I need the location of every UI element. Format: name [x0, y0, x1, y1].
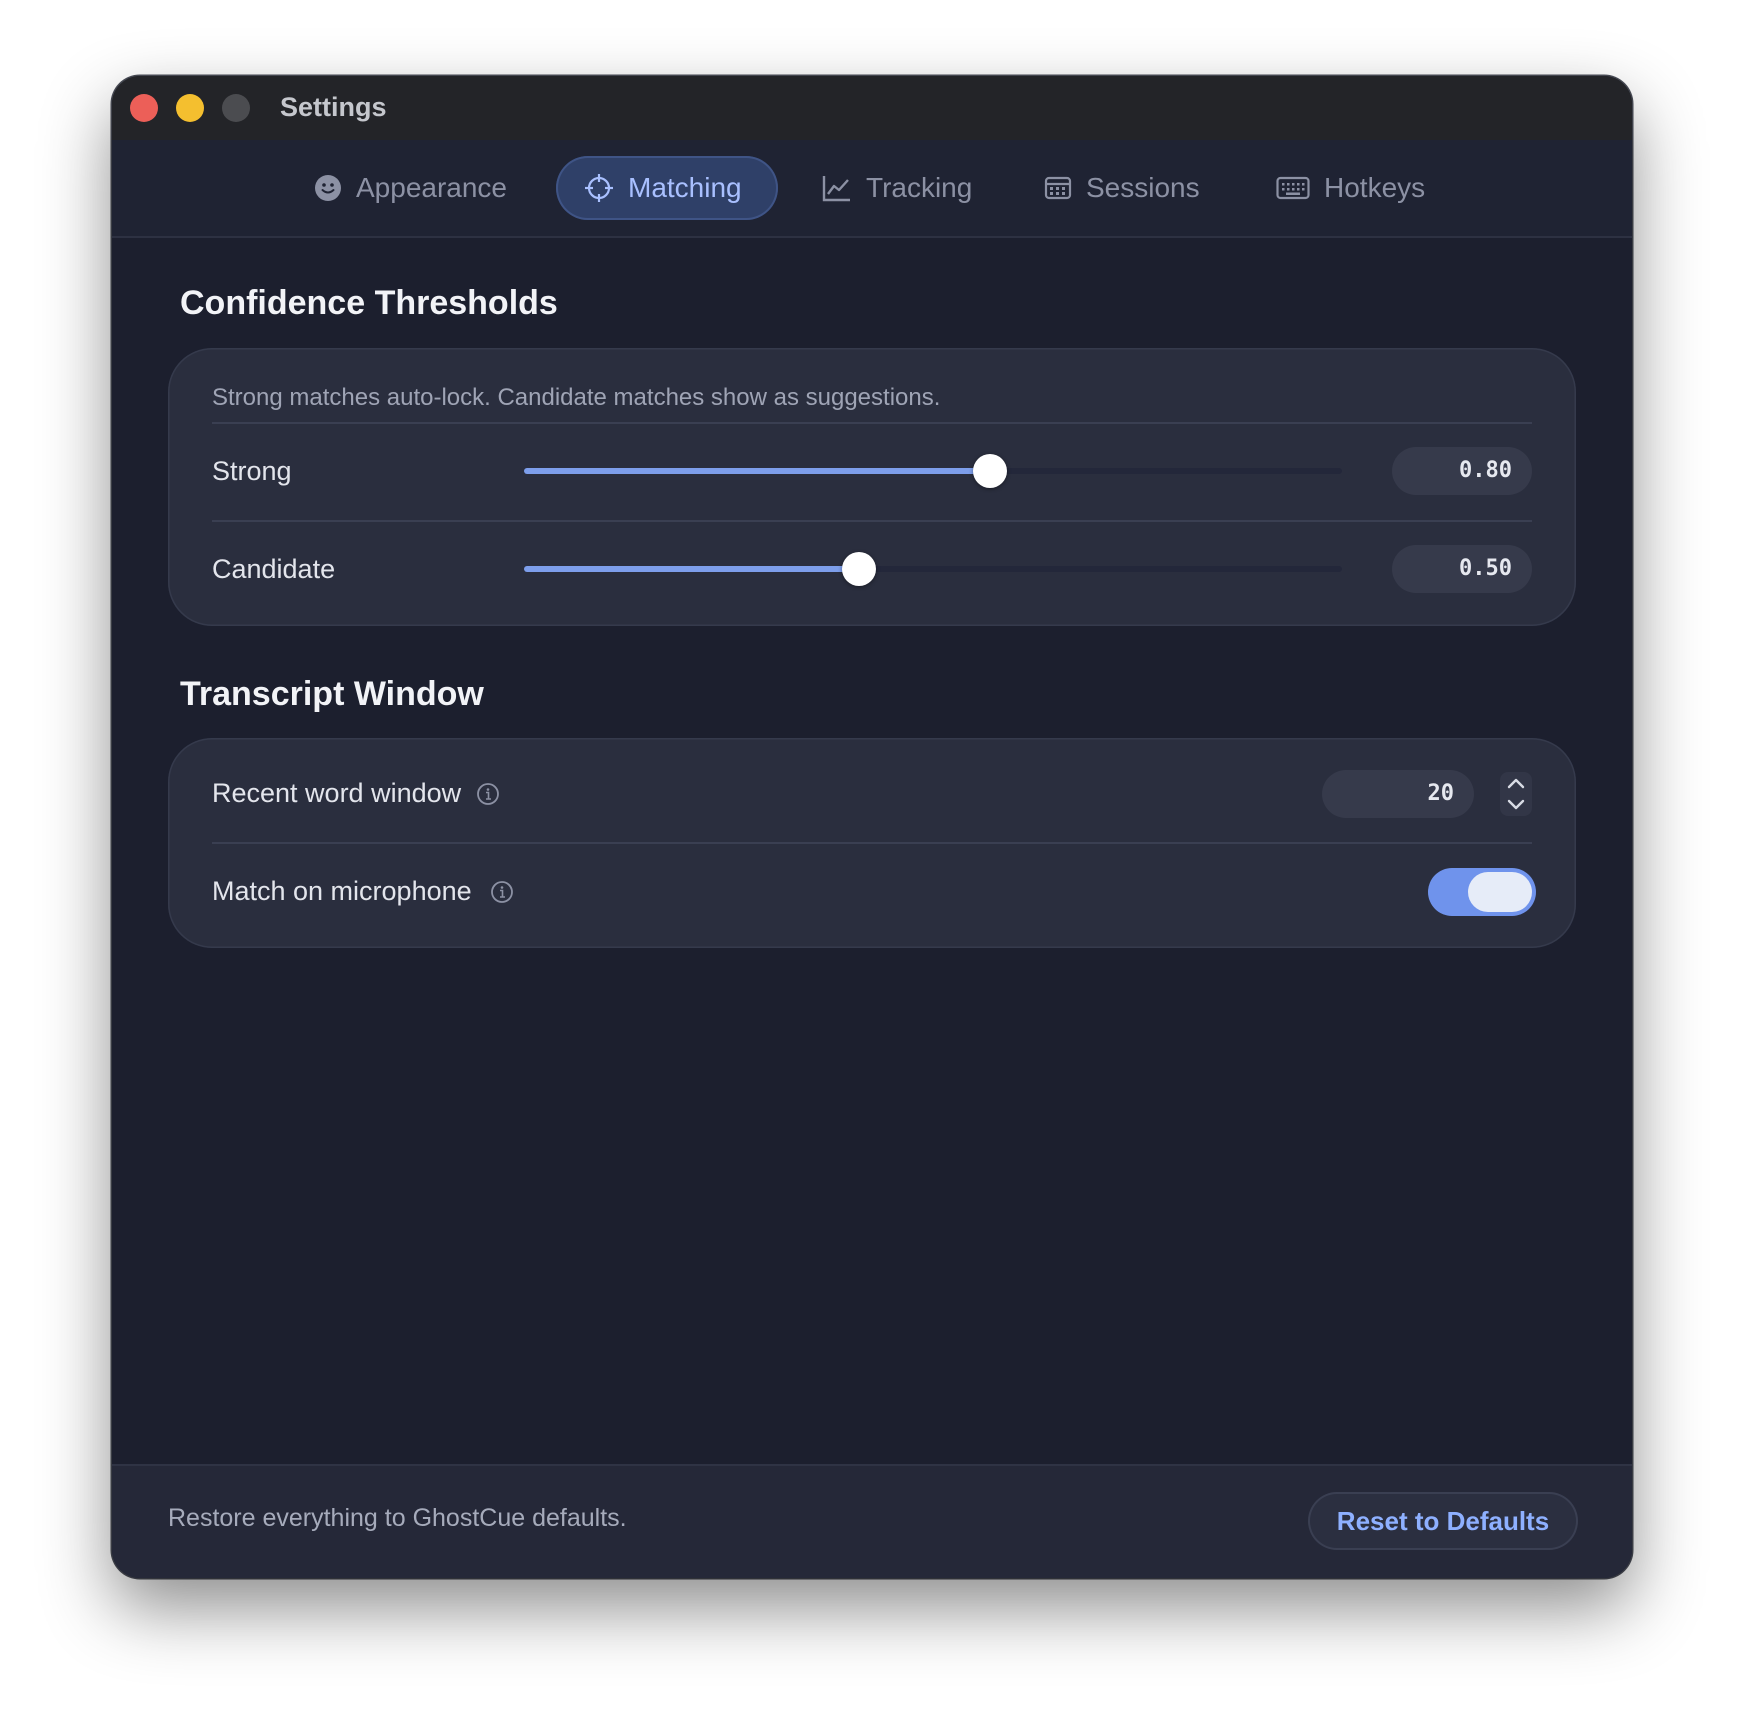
match-on-microphone-label: Match on microphone: [212, 876, 472, 906]
recent-word-window-label: Recent word window: [212, 778, 461, 809]
settings-window: Settings Appearance Matching Tracking Se…: [112, 76, 1632, 1578]
calendar-icon: [1044, 176, 1072, 200]
toggle-knob: [1468, 872, 1532, 912]
candidate-slider[interactable]: [524, 552, 1342, 586]
tab-label: Tracking: [866, 172, 973, 203]
strong-label: Strong: [212, 456, 292, 486]
tab-label: Appearance: [356, 172, 508, 203]
strong-slider-fill: [524, 468, 991, 474]
candidate-slider-thumb[interactable]: [842, 552, 877, 586]
close-button[interactable]: [130, 94, 158, 122]
window-title: Settings: [280, 92, 387, 122]
tab-label: Matching: [628, 172, 742, 203]
footer: Restore everything to GhostCue defaults.…: [112, 1464, 1632, 1578]
tab-sessions[interactable]: Sessions: [1016, 156, 1228, 220]
confidence-card: Strong matches auto-lock. Candidate matc…: [168, 348, 1576, 626]
tab-appearance[interactable]: Appearance: [286, 156, 535, 220]
strong-slider-thumb[interactable]: [973, 454, 1008, 488]
zoom-button[interactable]: [222, 94, 250, 122]
match-on-microphone-toggle[interactable]: [1428, 868, 1536, 916]
footer-description: Restore everything to GhostCue defaults.: [168, 1504, 627, 1532]
divider: [212, 422, 1532, 424]
tab-hotkeys[interactable]: Hotkeys: [1248, 156, 1453, 220]
divider: [212, 520, 1532, 522]
divider: [212, 842, 1532, 844]
keyboard-icon: [1276, 176, 1310, 200]
strong-slider[interactable]: [524, 454, 1342, 488]
recent-word-window-input[interactable]: 20: [1322, 770, 1474, 818]
info-icon[interactable]: [490, 880, 514, 904]
tab-label: Hotkeys: [1324, 172, 1426, 203]
tab-matching[interactable]: Matching: [556, 156, 778, 220]
reset-to-defaults-button[interactable]: Reset to Defaults: [1308, 1492, 1578, 1550]
transcript-card: Recent word window 20 Match on microphon…: [168, 738, 1576, 948]
tab-tracking[interactable]: Tracking: [794, 156, 1000, 220]
chart-line-icon: [822, 176, 850, 202]
smiley-icon: [315, 175, 341, 201]
candidate-value-field[interactable]: 0.50: [1392, 545, 1532, 593]
stepper-arrows-icon: [1507, 778, 1525, 810]
transcript-section-title: Transcript Window: [180, 675, 484, 713]
candidate-slider-fill: [524, 566, 860, 572]
candidate-label: Candidate: [212, 554, 336, 584]
minimize-button[interactable]: [176, 94, 204, 122]
info-icon[interactable]: [476, 782, 500, 806]
recent-word-window-stepper[interactable]: [1500, 772, 1532, 816]
matching-panel: Confidence Thresholds Strong matches aut…: [112, 238, 1632, 1466]
crosshair-icon: [585, 174, 613, 202]
titlebar: Settings: [112, 76, 1632, 140]
recent-word-window-text: Recent word window: [212, 778, 462, 808]
strong-value-field[interactable]: 0.80: [1392, 447, 1532, 495]
tab-bar: Appearance Matching Tracking Sessions Ho…: [112, 140, 1632, 238]
tab-label: Sessions: [1086, 172, 1200, 203]
confidence-description: Strong matches auto-lock. Candidate matc…: [212, 384, 941, 411]
confidence-section-title: Confidence Thresholds: [180, 284, 558, 322]
